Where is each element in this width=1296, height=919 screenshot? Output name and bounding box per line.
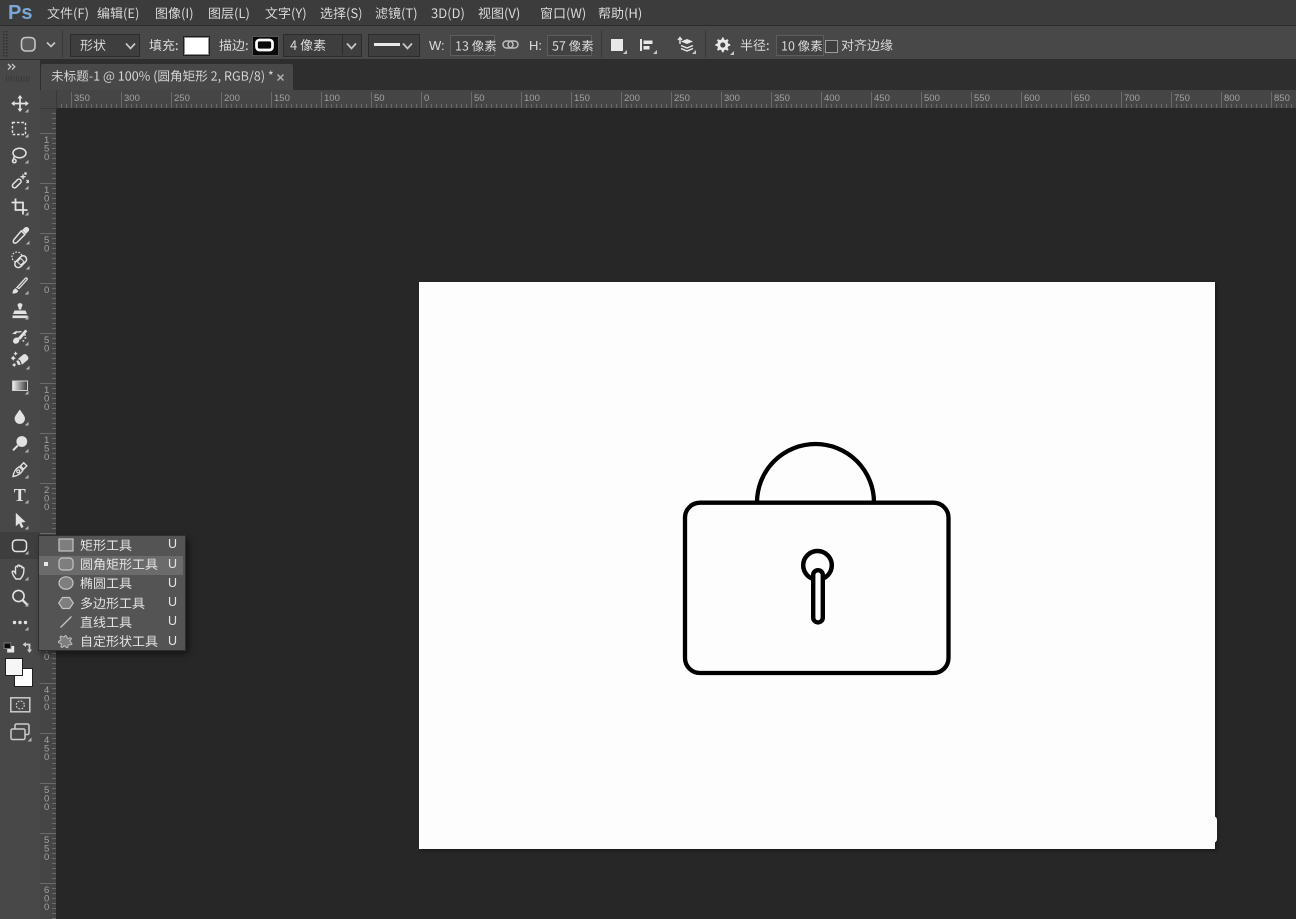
svg-text:0: 0	[44, 852, 49, 863]
svg-text:200: 200	[224, 93, 240, 104]
svg-text:0: 0	[44, 285, 49, 296]
svg-text:350: 350	[774, 93, 790, 104]
svg-text:750: 750	[1174, 93, 1190, 104]
svg-text:150: 150	[574, 93, 590, 104]
svg-text:0: 0	[44, 652, 49, 663]
svg-text:100: 100	[324, 93, 340, 104]
svg-text:850: 850	[1274, 93, 1290, 104]
svg-text:0: 0	[424, 93, 429, 104]
svg-text:0: 0	[44, 152, 49, 163]
svg-text:0: 0	[44, 802, 49, 813]
svg-text:100: 100	[524, 93, 540, 104]
svg-text:0: 0	[44, 452, 49, 463]
svg-text:0: 0	[44, 752, 49, 763]
svg-text:150: 150	[274, 93, 290, 104]
svg-text:T: T	[14, 486, 26, 504]
svg-text:500: 500	[924, 93, 940, 104]
svg-text:0: 0	[44, 244, 49, 255]
svg-text:250: 250	[174, 93, 190, 104]
svg-text:0: 0	[44, 502, 49, 513]
svg-text:200: 200	[624, 93, 640, 104]
svg-text:50: 50	[374, 93, 385, 104]
svg-text:700: 700	[1124, 93, 1140, 104]
svg-text:600: 600	[1024, 93, 1040, 104]
svg-text:0: 0	[44, 902, 49, 913]
svg-text:0: 0	[44, 202, 49, 213]
svg-text:50: 50	[474, 93, 485, 104]
svg-text:300: 300	[124, 93, 140, 104]
svg-text:650: 650	[1074, 93, 1090, 104]
svg-text:0: 0	[44, 402, 49, 413]
svg-text:0: 0	[44, 702, 49, 713]
svg-text:250: 250	[674, 93, 690, 104]
svg-text:800: 800	[1224, 93, 1240, 104]
svg-text:350: 350	[74, 93, 90, 104]
svg-text:400: 400	[824, 93, 840, 104]
svg-text:300: 300	[724, 93, 740, 104]
svg-text:550: 550	[974, 93, 990, 104]
svg-text:450: 450	[874, 93, 890, 104]
svg-text:0: 0	[44, 344, 49, 355]
